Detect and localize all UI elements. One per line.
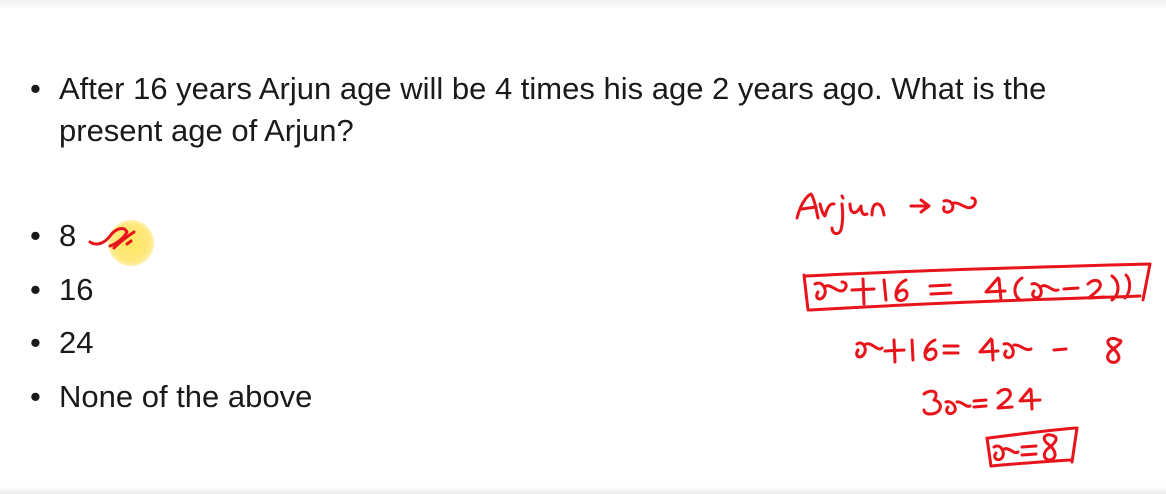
handwritten-solution (88, 192, 1152, 468)
handwritten-line-arjun (795, 192, 977, 236)
tick-mark (88, 227, 136, 250)
slide-canvas: • After 16 years Arjun age will be 4 tim… (0, 0, 1166, 494)
handwritten-line-equation (802, 262, 1152, 312)
handwritten-line-answer (985, 426, 1079, 468)
bottom-border (0, 486, 1166, 494)
handwritten-line-expand (855, 336, 1123, 364)
handwritten-line-simplify (922, 387, 1042, 416)
